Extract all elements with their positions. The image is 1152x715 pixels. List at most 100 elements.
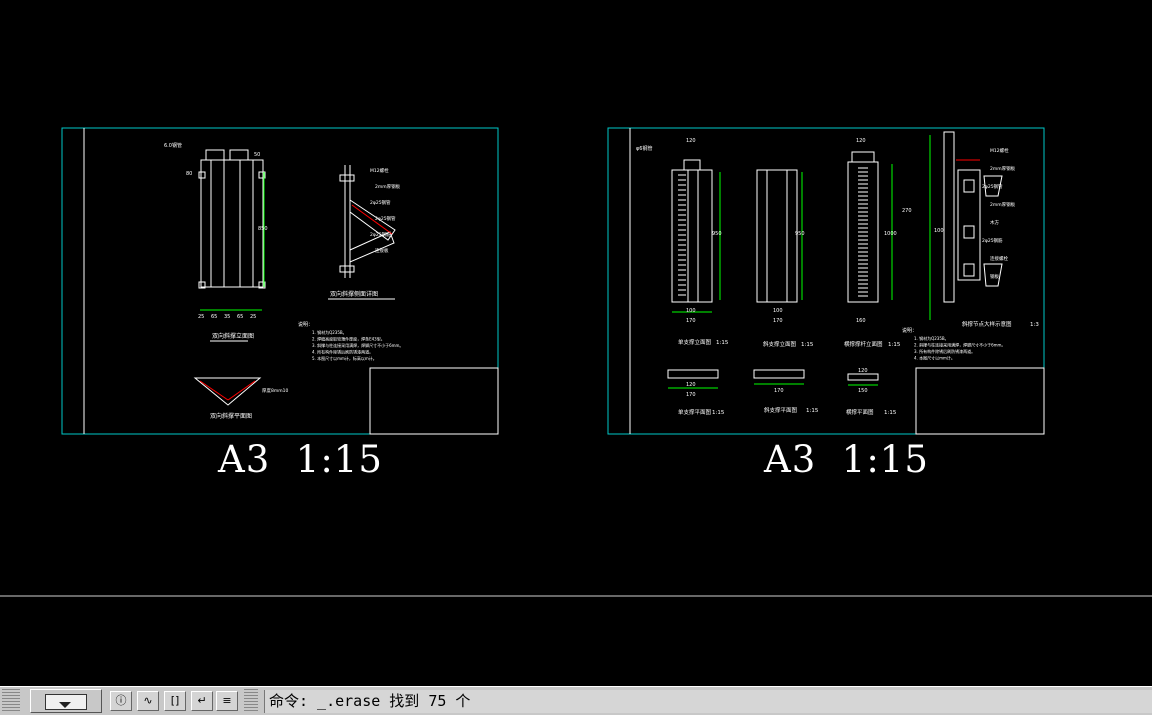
right-plan1-shape — [667, 369, 719, 379]
right-view1-dim0: 120 — [686, 138, 696, 144]
right-plan1-dim0: 120 — [686, 382, 696, 388]
right-node-label-0: M12螺栓 — [990, 147, 1009, 154]
sheet-left-caption: A3 1:15 — [218, 438, 383, 481]
left-note-4: 5. 本图尺寸以mm计，标高以m计。 — [312, 355, 377, 361]
right-view1-dim1: 100 — [686, 308, 696, 314]
right-view1-cap — [683, 159, 701, 171]
right-node-label-1: 2mm厚钢板 — [990, 165, 1016, 172]
right-view2-title: 斜支撑立面图 — [763, 340, 797, 348]
right-note-3: 4. 本图尺寸以mm计。 — [914, 355, 955, 361]
left-plan-accent1 — [199, 380, 229, 401]
right-node-label-2: 2φ25钢管 — [982, 183, 1003, 190]
drawing-canvas[interactable]: 6.0钢管 50 80 850 25 65 35 65 25 双向斜撑立面图 M12螺栓 2mm厚钢板… — [0, 0, 1152, 686]
left-detail-label-0: M12螺栓 — [370, 167, 389, 174]
model-layout-toggle[interactable] — [30, 689, 102, 713]
right-node-label-5: 2φ25钢筋 — [982, 237, 1003, 244]
osnap-icon[interactable]: [] — [164, 691, 186, 711]
right-view1-title: 单支撑立面图 — [678, 338, 712, 346]
right-node-title: 斜撑节点大样示意图 — [962, 320, 1012, 328]
left-detail-label-1: 2mm厚钢板 — [375, 183, 401, 190]
right-view2-scale: 1:15 — [801, 342, 814, 348]
left-bolt-0 — [198, 171, 206, 179]
left-dim-bottom-3: 65 — [237, 314, 243, 320]
right-view3-dim0: 120 — [856, 138, 866, 144]
left-title-right: 双向斜撑侧面详图 — [330, 290, 378, 298]
snap-info-icon[interactable]: ⓘ — [110, 691, 132, 711]
right-plan1-dim1: 170 — [686, 392, 696, 398]
right-plan3-dim0: 120 — [858, 368, 868, 374]
status-grip[interactable] — [2, 689, 20, 713]
right-node-dim1: 100 — [934, 228, 944, 234]
right-note-2: 3. 所有构件除锈后刷防锈漆两道。 — [914, 348, 975, 354]
left-title-main: 双向斜撑立面图 — [212, 332, 254, 340]
right-view3-dim1: 1000 — [884, 231, 897, 237]
right-plan3-title: 横撑平面图 — [846, 408, 874, 416]
right-plan3-scale: 1:15 — [884, 410, 897, 416]
right-notes-heading: 说明： — [902, 327, 917, 334]
left-elev-cap2 — [229, 149, 249, 161]
sheet-left-titleblock — [369, 367, 499, 435]
right-view2-dim0: 100 — [773, 308, 783, 314]
right-view1-dim2: 170 — [686, 318, 696, 324]
right-view2-dim1: 170 — [773, 318, 783, 324]
right-plan1-scale: 1:15 — [712, 410, 725, 416]
sheet-right-caption: A3 1:15 — [764, 438, 929, 481]
right-node-post — [943, 131, 955, 303]
chevron-down-icon — [59, 702, 71, 708]
right-node-cell2 — [963, 225, 975, 239]
right-node-scale: 1:3 — [1030, 322, 1039, 328]
command-line[interactable]: 命令: _.erase 找到 75 个 — [264, 690, 1152, 713]
right-view2-outline — [756, 169, 798, 303]
left-dim-top0: 50 — [254, 152, 260, 158]
cad-drawing[interactable]: 6.0钢管 50 80 850 25 65 35 65 25 双向斜撑立面图 M12螺栓 2mm厚钢板… — [0, 0, 1152, 686]
left-plan-label: 厚度8mm10 — [262, 387, 288, 394]
right-view3-dim2: 160 — [856, 318, 866, 324]
left-label-top: 6.0钢管 — [164, 142, 182, 149]
left-note-2: 3. 斜撑与柱连接采用满焊，焊脚尺寸不小于6mm。 — [312, 342, 403, 348]
right-node-cell3 — [963, 263, 975, 277]
left-dim-bottom-4: 25 — [250, 314, 256, 320]
coords-icon[interactable]: ≡ — [216, 691, 238, 711]
right-plan3-dim1: 150 — [858, 388, 868, 394]
left-dim-bottom-1: 65 — [211, 314, 217, 320]
left-plan-shape — [193, 377, 262, 406]
left-dim-bottom-0: 25 — [198, 314, 204, 320]
left-dim-top2: 850 — [258, 226, 268, 232]
left-elev-cap1 — [205, 149, 225, 161]
right-node-label-3: 2mm厚钢板 — [990, 201, 1016, 208]
left-dim-top1: 80 — [186, 171, 192, 177]
left-detail-bolt2 — [339, 265, 355, 273]
left-note-0: 1. 钢材为Q235B。 — [312, 329, 347, 335]
command-grip[interactable] — [244, 689, 258, 713]
left-detail-label-5: 连接板 — [375, 247, 389, 254]
right-node-dim0: 270 — [902, 208, 912, 214]
right-plan2-title: 斜支撑平面图 — [764, 406, 798, 414]
right-plan2-shape — [753, 369, 805, 379]
right-node-label-4: 木方 — [990, 219, 999, 226]
left-detail-bolt1 — [339, 174, 355, 182]
right-note-0: 1. 钢材为Q235B。 — [914, 335, 949, 341]
status-bar: ⓘ ∿ [] ↵ ≡ 命令: _.erase 找到 75 个 — [0, 686, 1152, 715]
right-plan2-scale: 1:15 — [806, 408, 819, 414]
ortho-icon[interactable]: ↵ — [191, 691, 213, 711]
left-title-plan: 双向斜撑平面图 — [210, 412, 252, 420]
left-detail-label-4: 2φ25钢筋 — [370, 231, 391, 238]
left-dim-bottom-2: 35 — [224, 314, 230, 320]
right-note-1: 2. 斜撑与柱连接采用满焊，焊脚尺寸不小于6mm。 — [914, 342, 1005, 348]
polar-icon[interactable]: ∿ — [137, 691, 159, 711]
sheet-right-titleblock — [915, 367, 1045, 435]
right-plan1-title: 单支撑平面图 — [678, 408, 712, 416]
left-note-1: 2. 焊缝高度取较薄件厚度，焊条E43型。 — [312, 336, 385, 342]
right-view1-dim3: 950 — [712, 231, 722, 237]
left-elev-outline — [200, 159, 264, 288]
right-label-top: φ6钢管 — [636, 145, 652, 152]
right-plan2-dim0: 170 — [774, 388, 784, 394]
right-view3-title: 横撑撑杆立面图 — [844, 340, 883, 348]
left-plan-accent2 — [227, 380, 256, 401]
left-note-3: 4. 所有构件除锈后刷防锈漆两道。 — [312, 349, 373, 355]
right-view1-scale: 1:15 — [716, 340, 729, 346]
left-detail-label-3: 2φ25钢管 — [375, 215, 396, 222]
right-view3-scale: 1:15 — [888, 342, 901, 348]
right-plan3-shape — [847, 373, 879, 381]
right-node-label-6: 连接螺栓 — [990, 255, 1008, 262]
